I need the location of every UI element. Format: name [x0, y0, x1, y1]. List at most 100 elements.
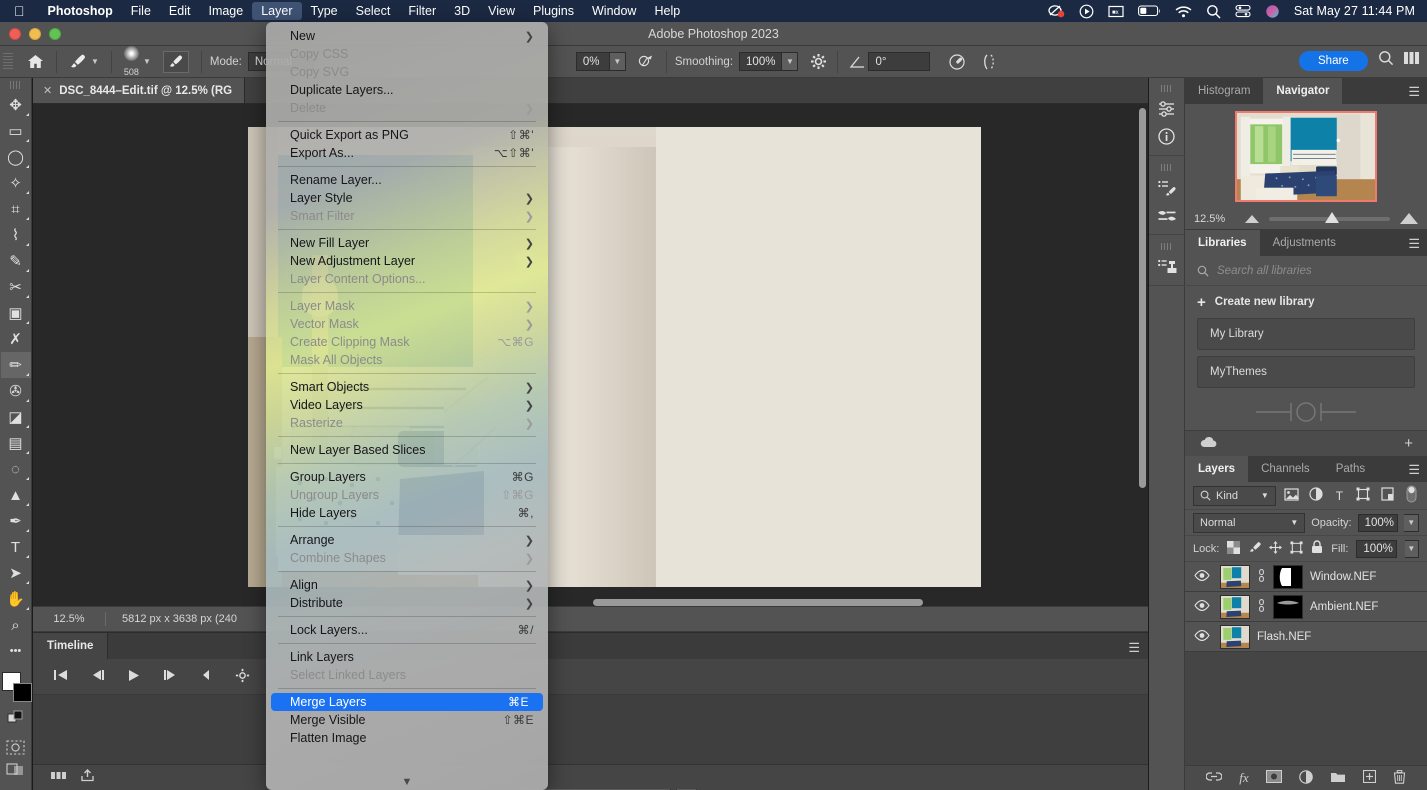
layer-thumbnail[interactable] — [1220, 595, 1250, 619]
libraries-search[interactable]: Search all libraries — [1185, 256, 1427, 286]
panel-menu-icon[interactable]: ☰ — [1408, 236, 1420, 252]
menu-item-link-layers[interactable]: Link Layers — [266, 648, 548, 666]
pixel-filter-icon[interactable] — [1284, 488, 1300, 504]
document-dimensions[interactable]: 5812 px x 3638 px (240 — [106, 613, 237, 625]
wifi-icon[interactable] — [1175, 3, 1192, 19]
blur-tool[interactable]: ◌ — [1, 456, 31, 482]
audio-icon[interactable] — [200, 669, 213, 684]
document-tab[interactable]: ✕ DSC_8444–Edit.tif @ 12.5% (RG — [33, 78, 245, 103]
tool-more-arrow-icon[interactable] — [26, 113, 29, 116]
lock-all-icon[interactable] — [1311, 540, 1323, 557]
marquee-tool[interactable]: ▭ — [1, 118, 31, 144]
menu-item-new[interactable]: New❯ — [266, 27, 548, 45]
screen-mode-icon[interactable] — [3, 758, 29, 780]
crop-tool[interactable]: ⌗ — [1, 196, 31, 222]
tool-more-arrow-icon[interactable] — [26, 425, 29, 428]
menu-item-group-layers[interactable]: Group Layers⌘G — [266, 468, 548, 486]
shape-filter-icon[interactable] — [1355, 487, 1371, 504]
cloud-icon[interactable] — [1199, 436, 1218, 452]
healing-brush-tool[interactable]: ✎ — [1, 248, 31, 274]
macos-menu-plugins[interactable]: Plugins — [524, 2, 583, 20]
chevron-down-icon[interactable]: ▼ — [1261, 491, 1269, 500]
layer-name[interactable]: Flash.NEF — [1257, 631, 1311, 643]
link-mask-icon[interactable] — [1257, 599, 1266, 615]
adjustments-icon[interactable] — [1152, 94, 1182, 122]
macos-menu-window[interactable]: Window — [583, 2, 645, 20]
layer-mask-thumbnail[interactable] — [1273, 565, 1303, 589]
eyedropper-tool[interactable]: ⌇ — [1, 222, 31, 248]
tool-more-arrow-icon[interactable] — [26, 373, 29, 376]
fill-value[interactable]: 100% — [1356, 540, 1396, 558]
pen-tool[interactable]: ✒ — [1, 508, 31, 534]
dock-grip[interactable] — [1161, 243, 1173, 250]
tab-histogram[interactable]: Histogram — [1185, 78, 1263, 104]
plus-icon[interactable]: + — [1404, 435, 1413, 452]
layer-menu-dropdown[interactable]: New❯Copy CSSCopy SVGDuplicate Layers...D… — [266, 22, 548, 790]
brushes-icon[interactable] — [1152, 173, 1182, 201]
background-color-swatch[interactable] — [13, 683, 32, 702]
tool-more-arrow-icon[interactable] — [26, 191, 29, 194]
tool-more-arrow-icon[interactable] — [26, 607, 29, 610]
share-button[interactable]: Share — [1299, 51, 1368, 71]
quick-mask-icon[interactable] — [3, 736, 29, 758]
menu-item-duplicate-layers[interactable]: Duplicate Layers... — [266, 81, 548, 99]
zoom-tool[interactable]: ⌕ — [1, 612, 31, 638]
fx-icon[interactable]: fx — [1239, 770, 1248, 786]
tool-more-arrow-icon[interactable] — [26, 529, 29, 532]
macos-menu-select[interactable]: Select — [347, 2, 400, 20]
delete-layer-icon[interactable] — [1393, 770, 1406, 787]
macos-menu-filter[interactable]: Filter — [399, 2, 445, 20]
smoothing-field[interactable]: 100% — [739, 52, 782, 71]
tool-more-arrow-icon[interactable] — [26, 243, 29, 246]
new-group-icon[interactable] — [1330, 771, 1346, 786]
small-mountain-icon[interactable] — [1245, 215, 1259, 223]
navigator-zoom-knob[interactable] — [1325, 212, 1339, 223]
tool-more-arrow-icon[interactable] — [26, 139, 29, 142]
frame-tool[interactable]: ▣ — [1, 300, 31, 326]
lock-image-icon[interactable] — [1248, 541, 1261, 557]
path-selection-tool[interactable]: ➤ — [1, 560, 31, 586]
menu-item-rename-layer[interactable]: Rename Layer... — [266, 171, 548, 189]
library-item-mythemes[interactable]: MyThemes — [1197, 356, 1415, 388]
smoothing-chevron-down-icon[interactable]: ▼ — [782, 52, 798, 71]
more-tools[interactable]: ••• — [1, 638, 31, 664]
tool-more-arrow-icon[interactable] — [26, 165, 29, 168]
pressure-size-icon[interactable] — [946, 51, 968, 73]
chevron-down-icon[interactable]: ▼ — [91, 57, 99, 66]
options-bar-grip[interactable] — [3, 53, 13, 71]
menu-item-merge-visible[interactable]: Merge Visible⇧⌘E — [266, 711, 548, 729]
menu-item-new-adjustment-layer[interactable]: New Adjustment Layer❯ — [266, 252, 548, 270]
link-mask-icon[interactable] — [1257, 569, 1266, 585]
dock-grip[interactable] — [1161, 164, 1173, 171]
close-icon[interactable]: ✕ — [43, 84, 52, 97]
macos-menu-edit[interactable]: Edit — [160, 2, 200, 20]
tool-more-arrow-icon[interactable] — [26, 295, 29, 298]
menu-item-layer-style[interactable]: Layer Style❯ — [266, 189, 548, 207]
macos-menu-layer[interactable]: Layer — [252, 2, 301, 20]
brush-settings-button[interactable] — [159, 51, 193, 73]
menu-item-arrange[interactable]: Arrange❯ — [266, 531, 548, 549]
brush-preset-picker[interactable]: ▼ — [65, 53, 103, 70]
layer-mask-icon[interactable] — [1266, 770, 1282, 786]
fill-chevron-down-icon[interactable]: ▼ — [1405, 540, 1419, 558]
opacity-value[interactable]: 100% — [1358, 514, 1399, 532]
filter-toggle-icon[interactable] — [1403, 485, 1419, 506]
opacity-field[interactable]: 0% — [576, 52, 610, 71]
layer-name[interactable]: Ambient.NEF — [1310, 601, 1378, 613]
move-tool[interactable]: ✥ — [1, 92, 31, 118]
workspace-switcher-icon[interactable] — [1404, 51, 1420, 70]
screen-record-icon[interactable] — [1048, 3, 1065, 19]
brush-settings-icon[interactable] — [1152, 201, 1182, 229]
menu-item-smart-objects[interactable]: Smart Objects❯ — [266, 378, 548, 396]
menu-item-new-fill-layer[interactable]: New Fill Layer❯ — [266, 234, 548, 252]
color-swatches[interactable] — [1, 672, 31, 706]
menu-item-hide-layers[interactable]: Hide Layers⌘, — [266, 504, 548, 522]
navigator-thumbnail[interactable] — [1235, 111, 1377, 202]
siri-icon[interactable] — [1265, 3, 1280, 19]
table-row[interactable]: Ambient.NEF — [1185, 592, 1427, 622]
opacity-chevron-down-icon[interactable]: ▼ — [610, 52, 626, 71]
share-icon[interactable] — [80, 769, 95, 785]
eraser-tool[interactable]: ◪ — [1, 404, 31, 430]
navigator-zoom-value[interactable]: 12.5% — [1194, 213, 1225, 225]
create-new-library-button[interactable]: + Create new library — [1185, 286, 1427, 318]
